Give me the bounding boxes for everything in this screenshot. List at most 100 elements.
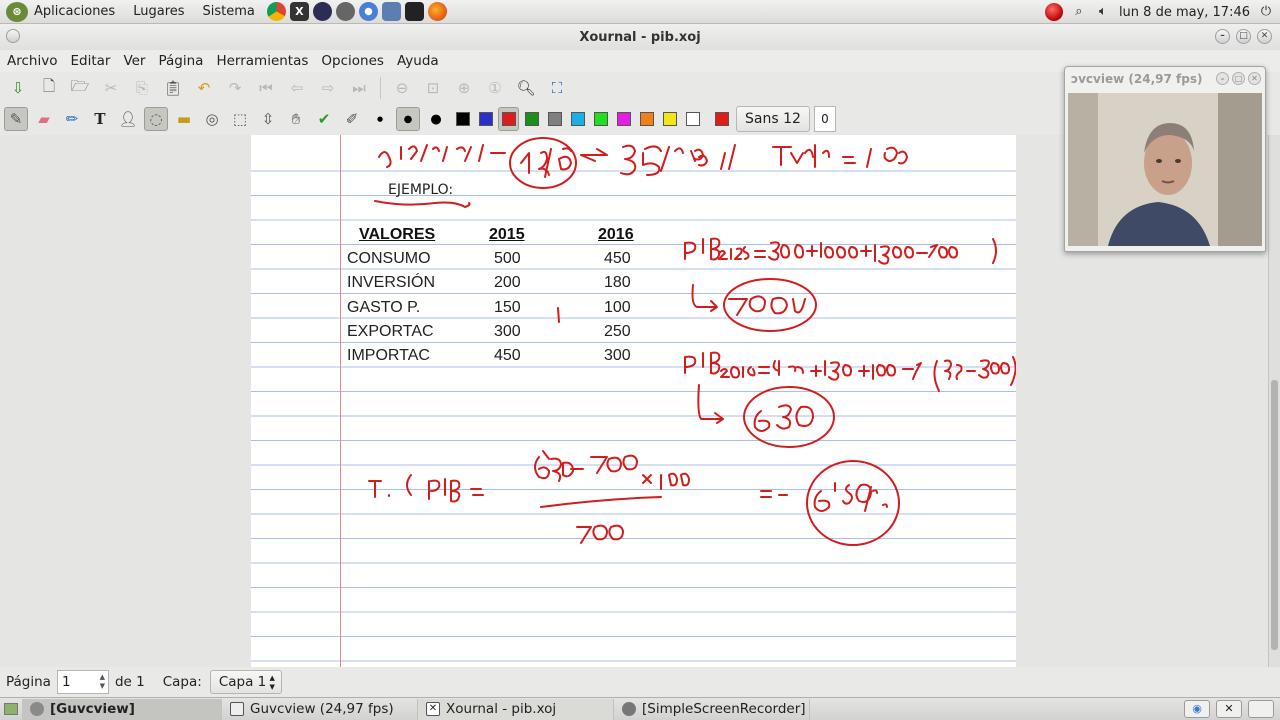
- color-swatch[interactable]: [682, 107, 703, 131]
- lasso-select-icon[interactable]: ◎: [200, 107, 224, 131]
- workspace-empty-icon[interactable]: [1248, 700, 1274, 718]
- close-button[interactable]: ✕: [1257, 29, 1272, 44]
- highlighter-tool-icon[interactable]: ✏: [60, 107, 84, 131]
- eraser-tool-icon[interactable]: ▰: [32, 107, 56, 131]
- menu-aplicaciones[interactable]: Aplicaciones: [34, 4, 115, 19]
- page-number-value[interactable]: 1: [62, 674, 71, 690]
- medium-pen-icon[interactable]: ●: [396, 107, 420, 131]
- task-label[interactable]: Xournal - pib.xoj: [446, 701, 556, 717]
- menu-editar[interactable]: Editar: [64, 53, 116, 69]
- color-swatch[interactable]: [636, 107, 657, 131]
- task-xournal[interactable]: ✕ Xournal - pib.xoj: [418, 698, 614, 720]
- color-swatch[interactable]: [475, 107, 496, 131]
- menu-ayuda[interactable]: Ayuda: [391, 53, 445, 69]
- webcam-maximize-button[interactable]: □: [1232, 72, 1245, 85]
- ruler-icon[interactable]: ▬: [172, 107, 196, 131]
- task-guvcview-video[interactable]: Guvcview (24,97 fps): [222, 698, 418, 720]
- undo-icon[interactable]: ↶: [192, 76, 216, 100]
- menu-archivo[interactable]: Archivo: [1, 53, 63, 69]
- layer-select-arrows-icon[interactable]: ▲ ▼: [269, 674, 274, 692]
- task-label[interactable]: Guvcview (24,97 fps): [250, 701, 394, 717]
- copy-icon[interactable]: ⎘: [130, 76, 154, 100]
- webcam-minimize-button[interactable]: –: [1216, 72, 1229, 85]
- shape-recognizer-icon[interactable]: ◌: [144, 107, 168, 131]
- chrome-icon[interactable]: [266, 2, 286, 21]
- workspace-chromium-icon[interactable]: ◉: [1184, 700, 1210, 718]
- search-icon[interactable]: ⌕: [1071, 4, 1087, 20]
- webcam-preview-window[interactable]: ɔvcview (24,97 fps) – □ ✕: [1064, 66, 1266, 252]
- minimize-button[interactable]: –: [1215, 29, 1230, 44]
- layer-select[interactable]: Capa 1 ▲ ▼: [209, 670, 282, 694]
- workspace-xournal-icon[interactable]: ✕: [1216, 700, 1242, 718]
- spinner-arrows-icon[interactable]: ▲ ▼: [100, 673, 105, 691]
- color-swatch[interactable]: [659, 107, 680, 131]
- zoom-100-icon[interactable]: ①: [483, 76, 507, 100]
- last-page-icon[interactable]: ⏭: [347, 76, 371, 100]
- color-swatch[interactable]: [613, 107, 634, 131]
- new-document-icon[interactable]: 🗋: [37, 76, 61, 100]
- open-folder-icon[interactable]: 🗁: [68, 76, 92, 100]
- save-icon[interactable]: ⇩: [6, 76, 30, 100]
- volume-icon[interactable]: 🔈︎: [1095, 4, 1111, 20]
- thick-pen-icon[interactable]: ●: [424, 107, 448, 131]
- page-number-spinner[interactable]: 1 ▲ ▼: [56, 670, 109, 694]
- next-page-icon[interactable]: ⇨: [316, 76, 340, 100]
- vertical-space-icon[interactable]: ⇳: [256, 107, 280, 131]
- webcam-close-button[interactable]: ✕: [1248, 72, 1261, 85]
- lined-page[interactable]: EJEMPLO: VALORES 2015 2016 CONSUMO 500 4…: [251, 135, 1016, 667]
- vertical-scrollbar[interactable]: [1268, 135, 1280, 667]
- layer-select-value[interactable]: Capa 1: [219, 674, 266, 690]
- menu-lugares[interactable]: Lugares: [133, 4, 184, 19]
- color-swatch[interactable]: [498, 107, 519, 131]
- terminal-x-icon[interactable]: X: [289, 2, 309, 21]
- default-pen-icon[interactable]: ✐: [340, 107, 364, 131]
- power-icon[interactable]: ⏻: [1258, 4, 1274, 20]
- menu-herramientas[interactable]: Herramientas: [210, 53, 314, 69]
- previous-page-icon[interactable]: ⇦: [285, 76, 309, 100]
- default-tool-icon[interactable]: ✔: [312, 107, 336, 131]
- font-button[interactable]: Sans 12: [736, 106, 810, 132]
- color-swatch[interactable]: [567, 107, 588, 131]
- network-icon[interactable]: [381, 2, 401, 21]
- first-page-icon[interactable]: ⏮: [254, 76, 278, 100]
- eclipse-icon[interactable]: [312, 2, 332, 21]
- scrollbar-thumb[interactable]: [1271, 380, 1278, 650]
- zoom-fit-icon[interactable]: ⊡: [421, 76, 445, 100]
- zoom-in-icon[interactable]: ⊕: [452, 76, 476, 100]
- menu-ver[interactable]: Ver: [117, 53, 151, 69]
- record-indicator-icon[interactable]: [1044, 3, 1063, 21]
- window-titlebar[interactable]: Xournal - pib.xoj – □ ✕: [0, 24, 1280, 50]
- pen-tool-icon[interactable]: ✎: [4, 107, 28, 131]
- show-desktop-icon[interactable]: [0, 699, 22, 720]
- chromium-icon[interactable]: [358, 2, 378, 21]
- color-swatch[interactable]: [544, 107, 565, 131]
- color-swatch[interactable]: [590, 107, 611, 131]
- clock[interactable]: lun 8 de may, 17:46: [1119, 5, 1250, 20]
- distro-logo-icon[interactable]: ⊛: [6, 1, 28, 22]
- window-menu-icon[interactable]: [6, 29, 20, 43]
- color-swatch[interactable]: [521, 107, 542, 131]
- thin-pen-icon[interactable]: ●: [368, 107, 392, 131]
- firefox-icon[interactable]: [427, 2, 447, 21]
- task-simplescreenrecorder[interactable]: [SimpleScreenRecorder]: [614, 698, 810, 720]
- text-tool-icon[interactable]: T: [88, 107, 112, 131]
- zoom-search-icon[interactable]: 🔍︎: [514, 76, 538, 100]
- menu-pagina[interactable]: Página: [152, 53, 209, 69]
- color-swatch[interactable]: [711, 107, 732, 131]
- color-swatch[interactable]: [452, 107, 473, 131]
- fullscreen-icon[interactable]: ⛶: [545, 76, 569, 100]
- font-size-value[interactable]: 0: [813, 106, 836, 132]
- zoom-out-icon[interactable]: ⊖: [390, 76, 414, 100]
- webcam-titlebar[interactable]: ɔvcview (24,97 fps) – □ ✕: [1065, 67, 1265, 91]
- menu-opciones[interactable]: Opciones: [315, 53, 390, 69]
- screen-monitor-icon[interactable]: [404, 2, 424, 21]
- menu-sistema[interactable]: Sistema: [203, 4, 255, 19]
- task-label[interactable]: [SimpleScreenRecorder]: [642, 701, 806, 717]
- maximize-button[interactable]: □: [1236, 29, 1251, 44]
- task-label[interactable]: [Guvcview]: [50, 701, 135, 717]
- redo-icon[interactable]: ↷: [223, 76, 247, 100]
- paste-icon[interactable]: 📋︎: [161, 76, 185, 100]
- task-guvcview-control[interactable]: [Guvcview]: [22, 698, 222, 720]
- image-tool-icon[interactable]: 👤︎: [116, 107, 140, 131]
- hand-tool-icon[interactable]: ✋︎: [284, 107, 308, 131]
